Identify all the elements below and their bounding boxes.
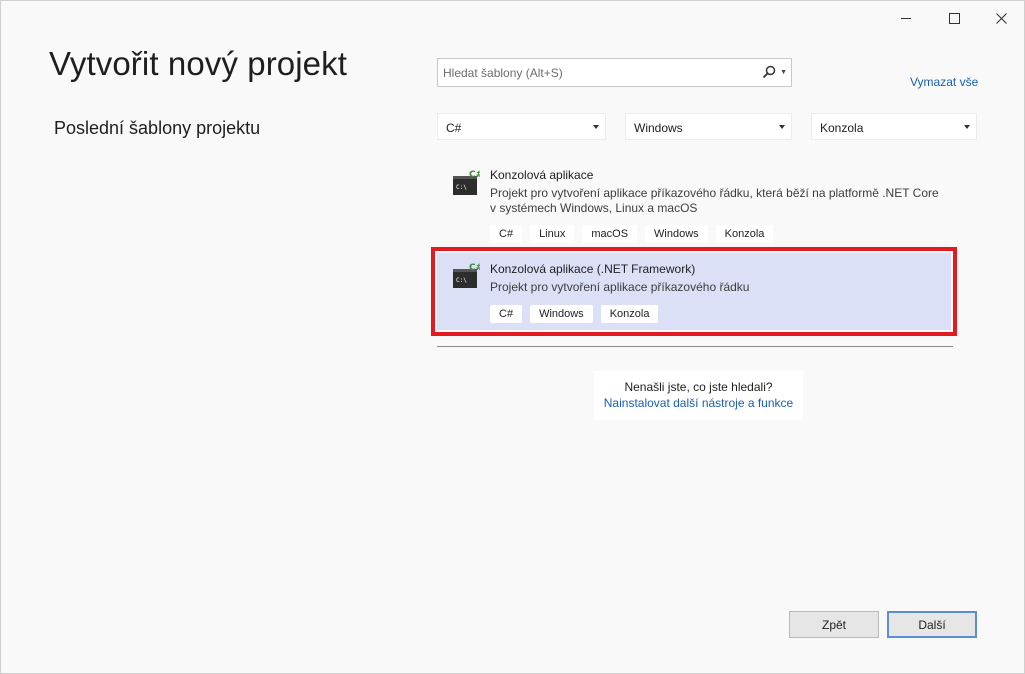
chevron-down-icon [779, 125, 785, 129]
project-type-filter-dropdown[interactable]: Konzola [811, 113, 977, 140]
template-tags: C# Windows Konzola [490, 305, 659, 323]
install-more-tools-link[interactable]: Nainstalovat další nástroje a funkce [594, 396, 803, 410]
svg-text:C:\: C:\ [456, 277, 467, 284]
csharp-console-icon: C:\ C# [453, 263, 480, 288]
tag: Windows [645, 225, 708, 243]
template-name: Konzolová aplikace (.NET Framework) [490, 262, 696, 276]
svg-text:C:\: C:\ [456, 184, 467, 191]
divider [437, 346, 953, 347]
minimize-icon [901, 17, 911, 19]
template-search-input[interactable]: Hledat šablony (Alt+S) ▼ [437, 58, 792, 87]
create-project-window: Vytvořit nový projekt Poslední šablony p… [0, 0, 1025, 674]
back-button[interactable]: Zpět [789, 611, 879, 638]
tag: Windows [530, 305, 593, 323]
chevron-down-icon [593, 125, 599, 129]
language-filter-value: C# [446, 121, 462, 135]
not-found-panel: Nenašli jste, co jste hledali? Nainstalo… [594, 371, 803, 420]
chevron-down-icon [964, 125, 970, 129]
platform-filter-dropdown[interactable]: Windows [625, 113, 792, 140]
template-description: Projekt pro vytvoření aplikace příkazové… [490, 280, 750, 294]
tag: Linux [530, 225, 575, 243]
svg-text:C#: C# [469, 263, 480, 273]
not-found-question: Nenašli jste, co jste hledali? [624, 380, 773, 394]
csharp-console-icon: C:\ C# [453, 170, 480, 195]
tag: C# [490, 305, 523, 323]
search-options-chevron-icon[interactable]: ▼ [780, 69, 787, 76]
template-name: Konzolová aplikace [490, 168, 594, 182]
tag: C# [490, 225, 523, 243]
next-button[interactable]: Další [887, 611, 977, 638]
template-description: Projekt pro vytvoření aplikace příkazové… [490, 186, 939, 215]
template-item-console-app-net-framework[interactable]: C:\ C# Konzolová aplikace (.NET Framewor… [437, 253, 951, 330]
tag: Konzola [715, 225, 774, 243]
recent-templates-heading: Poslední šablony projektu [54, 118, 261, 138]
search-placeholder: Hledat šablony (Alt+S) [443, 66, 563, 80]
search-icon [762, 65, 776, 79]
maximize-button[interactable] [931, 5, 977, 31]
close-icon [995, 12, 1007, 24]
tag: macOS [582, 225, 638, 243]
maximize-icon [948, 12, 960, 24]
page-title: Vytvořit nový projekt [49, 45, 347, 82]
clear-all-link[interactable]: Vymazat vše [910, 75, 978, 89]
close-button[interactable] [978, 5, 1024, 31]
svg-text:C#: C# [469, 170, 480, 180]
project-type-filter-value: Konzola [820, 121, 864, 135]
tag: Konzola [600, 305, 659, 323]
platform-filter-value: Windows [634, 121, 683, 135]
minimize-button[interactable] [883, 5, 929, 31]
template-item-console-app[interactable]: C:\ C# Konzolová aplikace Projekt pro vy… [437, 159, 951, 245]
language-filter-dropdown[interactable]: C# [437, 113, 606, 140]
template-tags: C# Linux macOS Windows Konzola [490, 225, 774, 243]
